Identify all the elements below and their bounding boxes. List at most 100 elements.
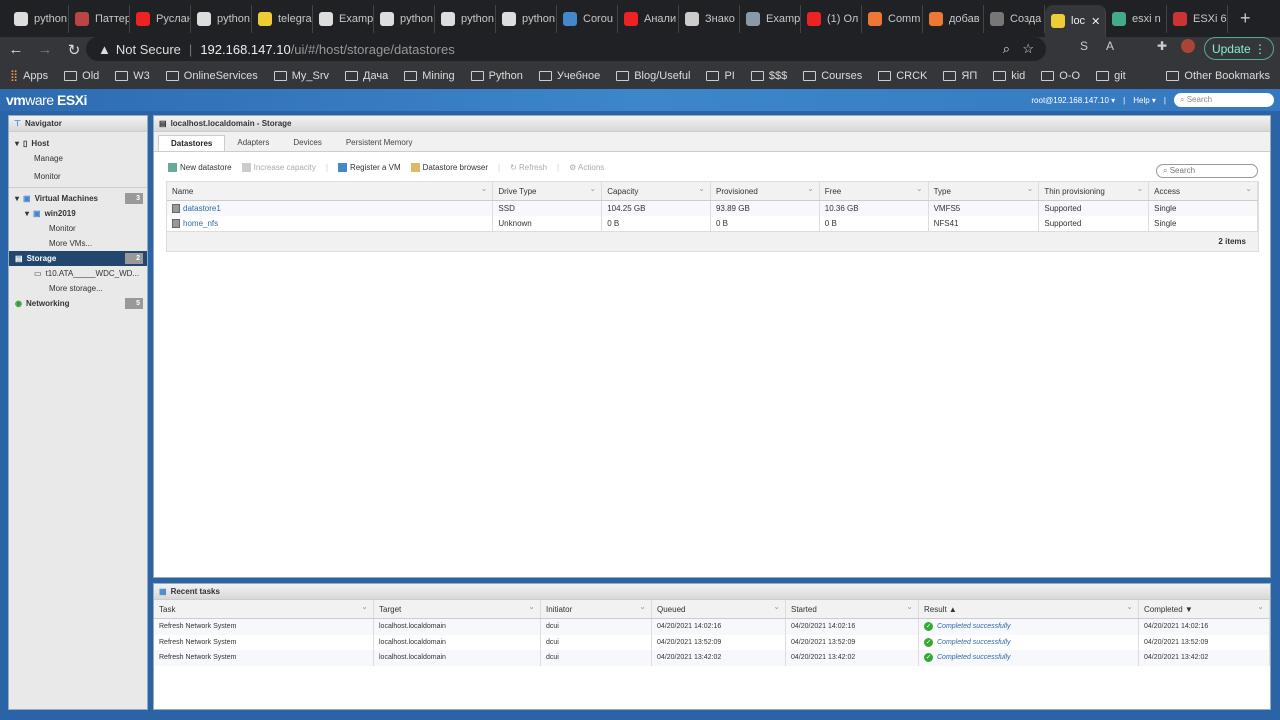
column-header[interactable]: Capacity (602, 182, 711, 200)
update-button[interactable]: Update ⋮ (1204, 37, 1274, 60)
table-cell[interactable]: ✓ Completed successfully (919, 619, 1139, 635)
task-result[interactable]: Completed successfully (937, 639, 1011, 646)
bookmark[interactable]: CRCK (878, 70, 927, 82)
bookmark[interactable]: PI (706, 70, 735, 82)
browser-tab[interactable]: Examp (740, 4, 801, 33)
close-tab-icon[interactable]: ✕ (1091, 15, 1100, 28)
bookmark[interactable]: Mining (404, 70, 455, 82)
column-header[interactable]: Queued (652, 600, 786, 618)
nav-host-monitor[interactable]: Monitor (9, 169, 147, 184)
avatar[interactable] (1181, 39, 1195, 53)
nav-vm-win2019[interactable]: ▾ ▣ win2019 (9, 206, 147, 221)
extension-a-icon[interactable]: A (1106, 39, 1114, 53)
browser-tab[interactable]: ESXi 6 (1167, 4, 1228, 33)
browser-tab[interactable]: Анали (618, 4, 679, 33)
table-row[interactable]: datastore1 SSD 104.25 GB 93.89 GB 10.36 GB VM… (167, 201, 1258, 216)
nav-host-manage[interactable]: Manage (9, 151, 147, 166)
refresh-button[interactable]: ↻ Refresh (510, 163, 547, 172)
bookmark[interactable]: Old (64, 70, 99, 82)
help-menu[interactable]: Help ▾ (1133, 96, 1156, 105)
browser-tab[interactable]: Example (313, 4, 374, 33)
column-header[interactable]: Access (1149, 182, 1258, 200)
nav-networking[interactable]: ◉ Networking 5 (9, 296, 147, 311)
browser-tab[interactable]: python (8, 4, 69, 33)
bookmark[interactable]: ⣿ Apps (10, 69, 48, 83)
bookmark[interactable]: ЯП (943, 70, 977, 82)
browser-tab[interactable]: python (496, 4, 557, 33)
tab-devices[interactable]: Devices (281, 135, 333, 151)
tab-datastores[interactable]: Datastores (158, 135, 226, 151)
bookmark[interactable]: Python (470, 70, 523, 82)
browser-tab[interactable]: Руслан (130, 4, 191, 33)
nav-storage[interactable]: ▤ Storage 2 (9, 251, 147, 266)
column-header[interactable]: Drive Type (493, 182, 603, 200)
column-header[interactable]: Type (929, 182, 1040, 200)
browser-tab[interactable]: добав (923, 4, 984, 33)
task-row[interactable]: Refresh Network System localhost.localdom… (154, 619, 1270, 635)
column-header[interactable]: Result ▲ (919, 600, 1139, 618)
column-header[interactable]: Started (786, 600, 919, 618)
bookmark[interactable]: OnlineServices (165, 70, 258, 82)
browser-tab[interactable]: (1) Ол (801, 4, 862, 33)
browser-tab[interactable]: Паттерн (69, 4, 130, 33)
column-header[interactable]: Free (820, 182, 929, 200)
star-icon[interactable]: ☆ (1022, 41, 1034, 57)
column-header[interactable]: Target (374, 600, 541, 618)
browser-tab[interactable]: python (435, 4, 496, 33)
bookmark[interactable]: Учебное (538, 70, 600, 82)
column-header[interactable]: Initiator (541, 600, 652, 618)
browser-tab[interactable]: telegram (252, 4, 313, 33)
browser-tab[interactable]: Созда (984, 4, 1045, 33)
bookmark[interactable]: My_Srv (273, 70, 329, 82)
task-row[interactable]: Refresh Network System localhost.localdom… (154, 650, 1270, 666)
bookmark[interactable]: W3 (115, 70, 150, 82)
bookmark[interactable]: kid (993, 70, 1025, 82)
bookmark[interactable]: git (1096, 70, 1126, 82)
column-header[interactable]: Name (167, 182, 494, 200)
browser-tab[interactable]: python (374, 4, 435, 33)
column-header[interactable]: Completed ▼ (1139, 600, 1270, 618)
table-cell[interactable]: ✓ Completed successfully (919, 634, 1139, 650)
nav-vm-monitor[interactable]: Monitor (9, 221, 147, 236)
datastore-browser-button[interactable]: Datastore browser (410, 163, 488, 173)
task-row[interactable]: Refresh Network System localhost.localdom… (154, 634, 1270, 650)
new-tab-button[interactable]: + (1240, 8, 1251, 29)
browser-tab[interactable]: loc ✕ (1045, 5, 1106, 37)
table-cell[interactable]: home_nfs (167, 216, 494, 231)
bookmark[interactable]: Blog/Useful (616, 70, 690, 82)
nav-disk[interactable]: ▭ t10.ATA_____WDC_WD... (9, 266, 147, 281)
other-bookmarks[interactable]: Other Bookmarks (1166, 70, 1270, 82)
nav-virtual-machines[interactable]: ▾ ▣ Virtual Machines 3 (9, 191, 147, 206)
extensions-puzzle-icon[interactable]: ✚ (1157, 39, 1167, 53)
user-menu[interactable]: root@192.168.147.10 ▾ (1031, 96, 1115, 105)
browser-tab[interactable]: esxi n (1106, 4, 1167, 33)
new-datastore-button[interactable]: New datastore (168, 163, 232, 173)
browser-tab[interactable]: Corou (557, 4, 618, 33)
column-header[interactable]: Task (154, 600, 374, 618)
zoom-icon[interactable]: ⌕ (1003, 41, 1010, 57)
bookmark[interactable]: $$$ (750, 70, 787, 82)
bookmark[interactable]: O-O (1041, 70, 1080, 82)
column-header[interactable]: Provisioned (711, 182, 820, 200)
datastore-link[interactable]: datastore1 (183, 204, 221, 213)
browser-tab[interactable]: python (191, 4, 252, 33)
datastore-link[interactable]: home_nfs (183, 219, 218, 228)
table-cell[interactable]: datastore1 (167, 201, 494, 216)
table-row[interactable]: home_nfs Unknown 0 B0 B0 B NFS41 Supported Si… (167, 216, 1258, 231)
browser-tab[interactable]: Comm (862, 4, 923, 33)
datastore-search-input[interactable]: ⌕ Search (1156, 164, 1258, 178)
url-input[interactable]: ▲ Not Secure | 192.168.147.10/ui/#/host/… (86, 37, 1046, 61)
actions-button[interactable]: ⚙ Actions (569, 163, 604, 172)
task-result[interactable]: Completed successfully (937, 654, 1011, 661)
register-vm-button[interactable]: Register a VM (337, 163, 401, 173)
bookmark[interactable]: Courses (803, 70, 862, 82)
tab-persistent-memory[interactable]: Persistent Memory (334, 135, 425, 151)
tab-adapters[interactable]: Adapters (225, 135, 281, 151)
task-result[interactable]: Completed successfully (937, 623, 1011, 630)
extension-s-icon[interactable]: S (1080, 39, 1088, 53)
forward-icon[interactable]: → (32, 41, 58, 58)
reload-icon[interactable]: ↻ (61, 41, 87, 59)
back-icon[interactable]: ← (3, 41, 29, 58)
nav-host[interactable]: ▾ ▯ Host (9, 136, 147, 151)
nav-more-storage[interactable]: More storage... (9, 281, 147, 296)
